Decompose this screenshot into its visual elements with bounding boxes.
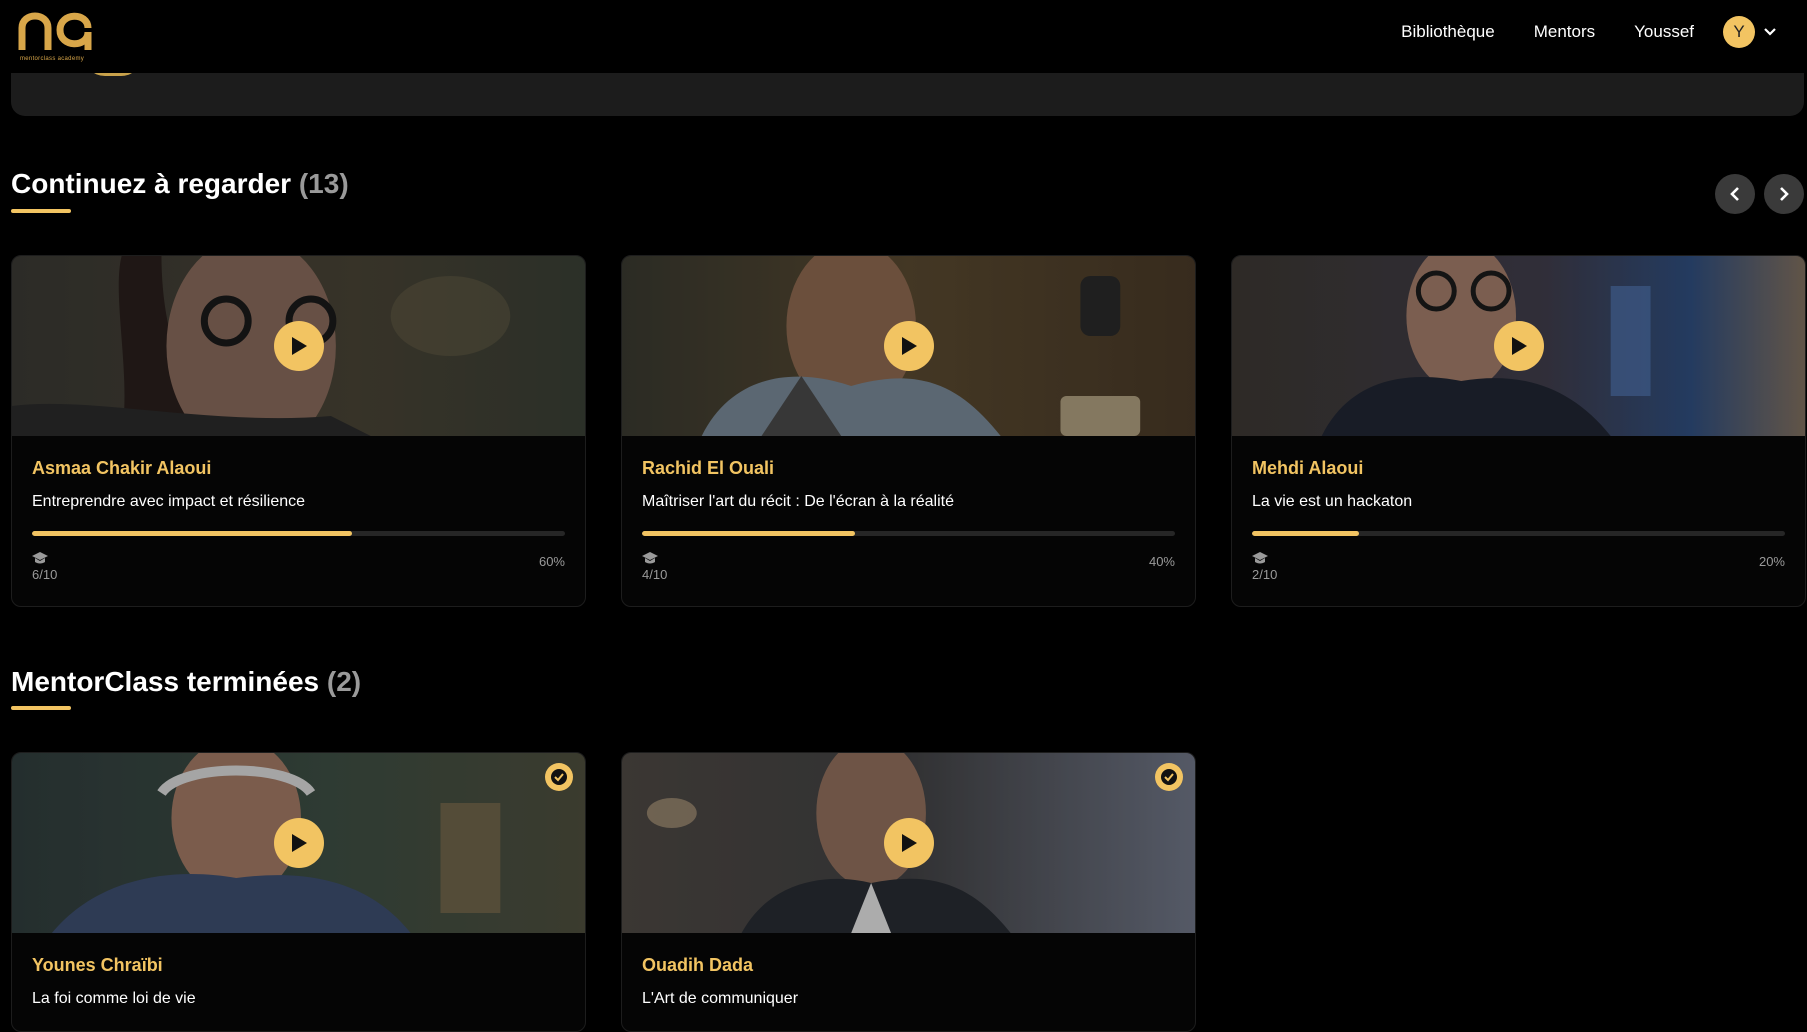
course-thumbnail[interactable] — [12, 256, 585, 436]
episode-count: 4/10 — [642, 567, 668, 582]
check-circle-icon — [1161, 769, 1177, 785]
episode-count: 6/10 — [32, 567, 58, 582]
mentorclass-logo[interactable]: mentorclass academy — [18, 4, 96, 66]
course-thumbnail[interactable] — [12, 753, 585, 933]
play-icon — [291, 337, 307, 355]
nav-user-name[interactable]: Youssef — [1634, 22, 1694, 42]
play-icon — [1511, 337, 1527, 355]
course-title[interactable]: L'Art de communiquer — [642, 990, 798, 1008]
mentor-name[interactable]: Asmaa Chakir Alaoui — [32, 458, 211, 479]
chevron-left-icon — [1730, 187, 1739, 201]
section-underline — [11, 209, 71, 213]
play-button[interactable] — [1493, 321, 1544, 371]
play-button[interactable] — [883, 321, 934, 371]
progress-percent: 60% — [538, 554, 565, 569]
progress-fill — [642, 531, 856, 536]
course-card[interactable]: Mehdi Alaoui La vie est un hackaton 2/10… — [1231, 255, 1806, 607]
progress-bar — [1252, 531, 1785, 536]
check-circle-icon — [551, 769, 567, 785]
logo-mark-icon — [18, 12, 92, 50]
logo-caption: mentorclass academy — [20, 56, 85, 62]
progress-percent: 40% — [1148, 554, 1175, 569]
play-button[interactable] — [273, 321, 324, 371]
course-thumbnail[interactable] — [622, 753, 1195, 933]
section-title-text: Continuez à regarder — [11, 168, 292, 199]
course-thumbnail[interactable] — [1232, 256, 1805, 436]
chevron-right-icon — [1780, 187, 1789, 201]
play-button[interactable] — [883, 818, 934, 868]
section-count: (2) — [326, 666, 362, 697]
main-nav: Bibliothèque Mentors Youssef Y — [1401, 0, 1807, 63]
course-title[interactable]: Entreprendre avec impact et résilience — [32, 493, 305, 511]
carousel-next-button[interactable] — [1764, 174, 1804, 214]
completed-check-badge — [545, 763, 573, 791]
course-title[interactable]: La foi comme loi de vie — [32, 990, 196, 1008]
progress-bar — [32, 531, 565, 536]
section-count: (13) — [298, 168, 349, 199]
progress-fill — [1252, 531, 1359, 536]
mentor-name[interactable]: Mehdi Alaoui — [1252, 458, 1363, 479]
chevron-down-icon[interactable] — [1758, 20, 1782, 44]
progress-percent: 20% — [1758, 554, 1785, 569]
play-icon — [291, 834, 307, 852]
continue-watching-title: Continuez à regarder (13) — [11, 168, 349, 200]
mentor-name[interactable]: Younes Chraïbi — [32, 955, 163, 976]
carousel-prev-button[interactable] — [1715, 174, 1755, 214]
nav-library[interactable]: Bibliothèque — [1401, 22, 1495, 42]
user-avatar[interactable]: Y — [1723, 15, 1755, 48]
completed-course-card[interactable]: Younes Chraïbi La foi comme loi de vie — [11, 752, 586, 1032]
completed-course-card[interactable]: Ouadih Dada L'Art de communiquer — [621, 752, 1196, 1032]
course-card[interactable]: Rachid El Ouali Maîtriser l'art du récit… — [621, 255, 1196, 607]
mentor-name[interactable]: Rachid El Ouali — [642, 458, 774, 479]
play-icon — [901, 834, 917, 852]
section-underline — [11, 706, 71, 710]
completed-check-badge — [1155, 763, 1183, 791]
course-thumbnail[interactable] — [622, 256, 1195, 436]
episode-count: 2/10 — [1252, 567, 1278, 582]
mentor-name[interactable]: Ouadih Dada — [642, 955, 753, 976]
completed-title: MentorClass terminées (2) — [11, 666, 361, 698]
play-icon — [901, 337, 917, 355]
progress-bar — [642, 531, 1175, 536]
section-title-text: MentorClass terminées — [11, 666, 320, 697]
play-button[interactable] — [273, 818, 324, 868]
course-title[interactable]: La vie est un hackaton — [1252, 493, 1412, 511]
top-navigation-bar: mentorclass academy Bibliothèque Mentors… — [0, 0, 1807, 73]
nav-mentors[interactable]: Mentors — [1534, 22, 1595, 42]
course-card[interactable]: Asmaa Chakir Alaoui Entreprendre avec im… — [11, 255, 586, 607]
progress-fill — [32, 531, 352, 536]
course-title[interactable]: Maîtriser l'art du récit : De l'écran à … — [642, 493, 954, 511]
